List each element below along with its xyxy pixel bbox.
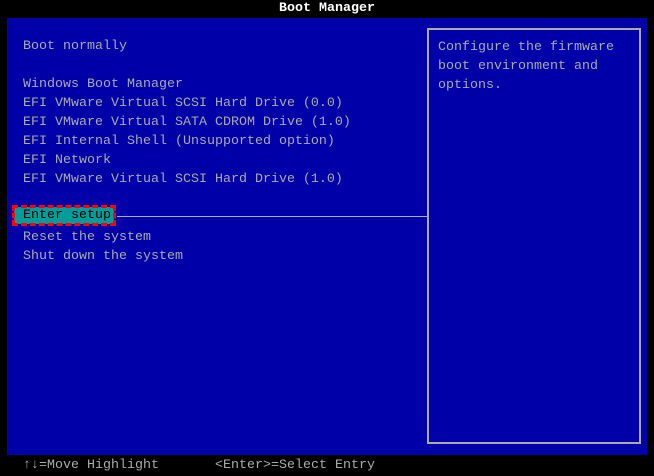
enter-setup-label: Enter setup (23, 208, 111, 223)
boot-entry[interactable]: EFI VMware Virtual SCSI Hard Drive (1.0) (23, 170, 343, 189)
menu-item-enter-setup[interactable]: Enter setup (12, 205, 116, 226)
boot-entry[interactable]: Windows Boot Manager (23, 75, 183, 94)
selection-connector-line (117, 216, 427, 217)
window-title: Boot Manager (279, 1, 375, 16)
boot-entry[interactable]: EFI VMware Virtual SATA CDROM Drive (1.0… (23, 113, 351, 132)
menu-item-boot-normally[interactable]: Boot normally (23, 37, 127, 56)
boot-entry[interactable]: EFI Internal Shell (Unsupported option) (23, 132, 335, 151)
boot-entry[interactable]: EFI VMware Virtual SCSI Hard Drive (0.0) (23, 94, 343, 113)
footer-move-hint: ↑↓=Move Highlight (23, 458, 159, 473)
menu-item-reset[interactable]: Reset the system (23, 228, 151, 247)
menu-item-shutdown[interactable]: Shut down the system (23, 247, 183, 266)
footer-select-hint: <Enter>=Select Entry (215, 458, 375, 473)
help-panel: Configure the firmware boot environment … (427, 28, 641, 444)
boot-entry[interactable]: EFI Network (23, 151, 111, 170)
boot-manager-panel: Boot normally Windows Boot Manager EFI V… (7, 18, 647, 455)
help-text: Configure the firmware boot environment … (438, 40, 614, 93)
